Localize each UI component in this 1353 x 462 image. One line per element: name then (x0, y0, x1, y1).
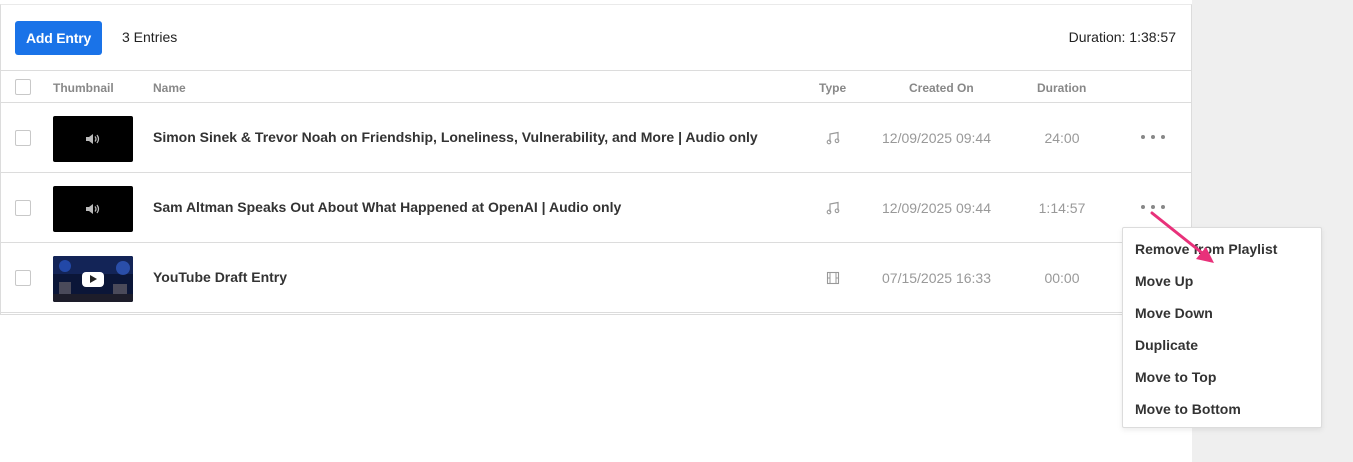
entry-name[interactable]: Sam Altman Speaks Out About What Happene… (153, 199, 621, 215)
created-on: 07/15/2025 16:33 (882, 270, 991, 286)
menu-item-move-to-bottom[interactable]: Move to Bottom (1123, 393, 1321, 425)
header-name[interactable]: Name (153, 81, 186, 95)
menu-item-duplicate[interactable]: Duplicate (1123, 329, 1321, 361)
video-icon (826, 271, 840, 285)
duration: 1:14:57 (1038, 200, 1086, 216)
thumbnail-video[interactable] (53, 256, 133, 302)
row-checkbox[interactable] (15, 200, 31, 216)
speaker-icon (86, 204, 100, 214)
menu-item-move-to-top[interactable]: Move to Top (1123, 361, 1321, 393)
created-on: 12/09/2025 09:44 (882, 130, 991, 146)
more-actions-icon[interactable] (1140, 197, 1166, 217)
more-actions-icon[interactable] (1140, 127, 1166, 147)
row-checkbox[interactable] (15, 270, 31, 286)
thumbnail-audio[interactable] (53, 186, 133, 232)
toolbar: Add Entry 3 Entries Duration: 1:38:57 (0, 4, 1192, 71)
select-all-checkbox[interactable] (15, 79, 31, 95)
entry-name[interactable]: YouTube Draft Entry (153, 269, 287, 285)
play-icon (82, 271, 104, 287)
total-duration: Duration: 1:38:57 (1068, 29, 1176, 45)
menu-item-remove-from-playlist[interactable]: Remove from Playlist (1123, 233, 1321, 265)
row-checkbox[interactable] (15, 130, 31, 146)
header-thumbnail: Thumbnail (53, 81, 114, 95)
header-duration[interactable]: Duration (1037, 81, 1086, 95)
table-row[interactable]: Simon Sinek & Trevor Noah on Friendship,… (0, 103, 1192, 173)
thumbnail-audio[interactable] (53, 116, 133, 162)
header-type[interactable]: Type (819, 81, 846, 95)
playlist-panel: Add Entry 3 Entries Duration: 1:38:57 Th… (0, 0, 1192, 462)
add-entry-button[interactable]: Add Entry (15, 21, 102, 55)
table-row[interactable]: Sam Altman Speaks Out About What Happene… (0, 173, 1192, 243)
speaker-icon (86, 134, 100, 144)
header-created-on[interactable]: Created On (909, 81, 974, 95)
audio-icon (826, 201, 840, 215)
duration: 00:00 (1044, 270, 1080, 286)
row-actions-menu: Remove from Playlist Move Up Move Down D… (1122, 227, 1322, 428)
table-row[interactable]: YouTube Draft Entry 07/15/2025 16:33 00:… (0, 243, 1192, 313)
audio-icon (826, 131, 840, 145)
menu-item-move-up[interactable]: Move Up (1123, 265, 1321, 297)
created-on: 12/09/2025 09:44 (882, 200, 991, 216)
entry-name[interactable]: Simon Sinek & Trevor Noah on Friendship,… (153, 129, 758, 145)
entry-count: 3 Entries (122, 29, 178, 45)
duration: 24:00 (1044, 130, 1080, 146)
menu-item-move-down[interactable]: Move Down (1123, 297, 1321, 329)
table-header: Thumbnail Name Type Created On Duration (0, 72, 1192, 103)
